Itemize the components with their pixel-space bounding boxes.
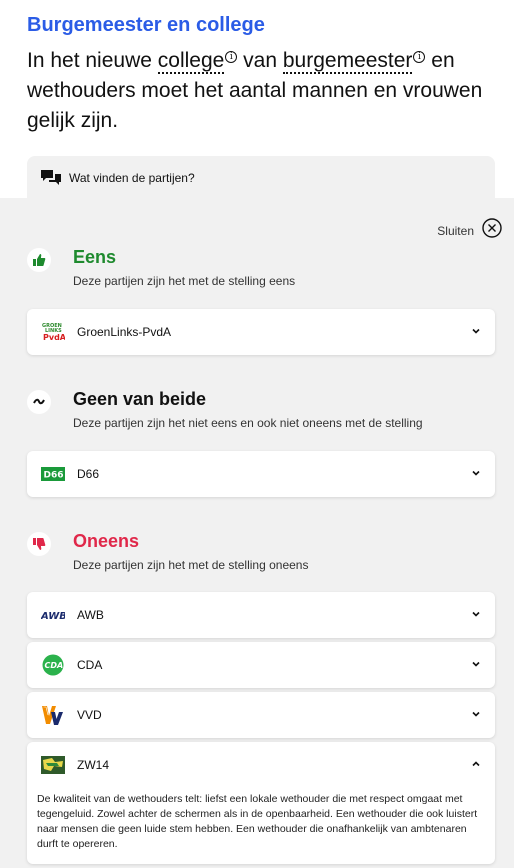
- term-college[interactable]: college: [157, 49, 225, 74]
- thumbs-up-icon: [27, 248, 51, 272]
- statement-text: In het nieuwe college i van burgemeester i…: [27, 46, 497, 136]
- group-oneens-header: Oneens Deze partijen zijn het met de ste…: [27, 529, 308, 572]
- chevron-up-icon: [471, 756, 481, 774]
- party-name: CDA: [77, 658, 103, 672]
- awb-logo: AWB: [41, 604, 65, 626]
- cda-logo: CDA: [41, 654, 65, 676]
- groenlinks-pvda-logo: GROEN LINKS PvdA: [41, 321, 65, 343]
- group-subtitle-eens: Deze partijen zijn het met de stelling e…: [73, 274, 296, 288]
- party-name: VVD: [77, 708, 102, 722]
- chevron-down-icon: [471, 606, 481, 624]
- group-eens-header: Eens Deze partijen zijn het met de stell…: [27, 245, 295, 288]
- svg-text:AWB: AWB: [41, 611, 65, 622]
- group-subtitle-neutraal: Deze partijen zijn het niet eens en ook …: [73, 416, 423, 430]
- tab-party-opinions[interactable]: Wat vinden de partijen?: [27, 156, 495, 200]
- party-name: GroenLinks-PvdA: [77, 325, 172, 339]
- info-icon-burgemeester[interactable]: i: [413, 51, 426, 63]
- close-label: Sluiten: [437, 223, 474, 238]
- zw14-logo: [41, 754, 65, 776]
- tilde-icon: [27, 390, 51, 414]
- party-card-vvd[interactable]: VVD: [27, 692, 495, 738]
- term-burgemeester[interactable]: burgemeester: [282, 49, 413, 74]
- chevron-down-icon: [471, 656, 481, 674]
- party-card-awb[interactable]: AWB AWB: [27, 592, 495, 638]
- statement-header: Burgemeester en college In het nieuwe co…: [27, 12, 497, 136]
- statement-part-1: In het nieuwe: [27, 49, 158, 72]
- chevron-down-icon: [471, 323, 481, 341]
- party-explanation: De kwaliteit van de wethouders telt: lie…: [37, 793, 478, 850]
- close-button[interactable]: Sluiten: [437, 218, 502, 243]
- party-card-cda[interactable]: CDA CDA: [27, 642, 495, 688]
- thumbs-down-icon: [27, 532, 51, 556]
- close-circle-icon: [482, 218, 502, 243]
- group-title-eens: Eens: [73, 247, 117, 267]
- info-icon-college[interactable]: i: [225, 51, 238, 63]
- party-opinions-panel: Sluiten Eens Deze partijen zijn het met …: [0, 198, 514, 868]
- party-name: D66: [77, 467, 100, 481]
- vvd-logo: [41, 704, 65, 726]
- group-title-oneens: Oneens: [73, 531, 140, 551]
- party-card-d66[interactable]: D66 D66: [27, 451, 495, 497]
- party-name: ZW14: [77, 758, 110, 772]
- svg-text:PvdA: PvdA: [43, 333, 65, 342]
- party-card-groenlinks-pvda[interactable]: GROEN LINKS PvdA GroenLinks-PvdA: [27, 309, 495, 355]
- group-subtitle-oneens: Deze partijen zijn het met de stelling o…: [73, 558, 309, 572]
- party-card-zw14[interactable]: ZW14 De kwaliteit van de wethouders telt…: [27, 742, 495, 864]
- group-neutraal-header: Geen van beide Deze partijen zijn het ni…: [27, 387, 423, 430]
- chevron-down-icon: [471, 706, 481, 724]
- party-name: AWB: [77, 608, 104, 622]
- d66-logo: D66: [41, 463, 65, 485]
- tab-label: Wat vinden de partijen?: [69, 171, 195, 185]
- speech-bubbles-icon: [40, 169, 62, 187]
- statement-part-2: van: [237, 49, 283, 72]
- svg-text:D66: D66: [44, 471, 64, 481]
- group-title-neutraal: Geen van beide: [73, 389, 207, 409]
- topic-title: Burgemeester en college: [27, 14, 265, 36]
- svg-text:CDA: CDA: [45, 661, 64, 670]
- chevron-down-icon: [471, 465, 481, 483]
